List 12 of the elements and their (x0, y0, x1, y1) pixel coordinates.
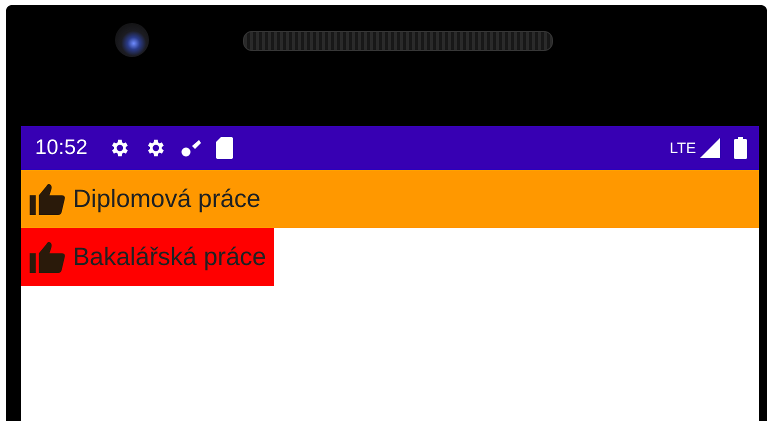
camera-icon (115, 23, 149, 57)
list-item[interactable]: Bakalářská práce (21, 228, 274, 286)
thumbs-up-icon (29, 241, 67, 273)
item-label: Diplomová práce (73, 184, 261, 214)
sd-card-icon (216, 137, 233, 159)
thumbs-up-icon (29, 183, 67, 215)
network-type: LTE (670, 140, 696, 156)
list-item[interactable]: Diplomová práce (21, 170, 759, 228)
status-time: 10:52 (35, 136, 88, 160)
battery-icon (734, 137, 747, 159)
signal-icon (700, 138, 720, 158)
item-label: Bakalářská práce (73, 242, 266, 272)
